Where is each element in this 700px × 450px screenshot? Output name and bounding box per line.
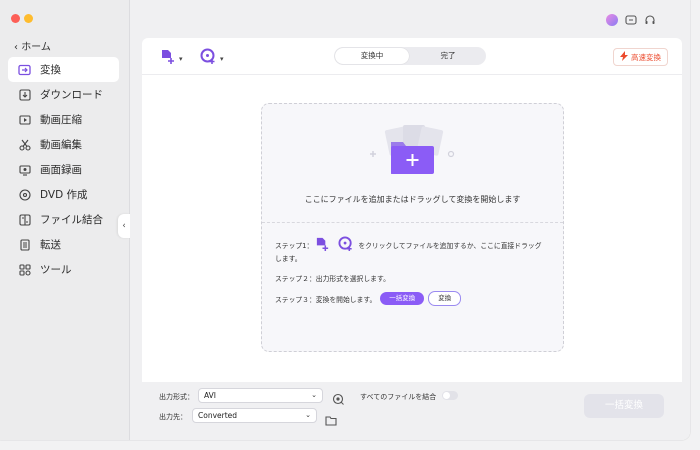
sidebar-item-transfer[interactable]: 転送 <box>8 232 119 257</box>
tab-done[interactable]: 完了 <box>411 48 485 64</box>
step-3-text: ステップ３：変換を開始します。 <box>275 295 377 304</box>
sidebar-item-compress[interactable]: 動画圧縮 <box>8 107 119 132</box>
download-icon <box>18 88 31 101</box>
format-settings-icon[interactable] <box>332 390 344 409</box>
lightning-icon <box>620 51 628 63</box>
sidebar-item-convert[interactable]: 変換 <box>8 57 119 82</box>
sidebar: ‹ ホーム 変換 ダウンロード 動画圧縮 動画編集 画面録画 DVD 作成 ファ… <box>0 0 130 440</box>
output-dest-label: 出力先： <box>159 413 187 421</box>
headset-icon[interactable] <box>644 14 656 26</box>
sidebar-item-download[interactable]: ダウンロード <box>8 82 119 107</box>
close-window-button[interactable] <box>11 14 20 23</box>
step-1-text: をクリックしてファイルを追加するか、ここに直接ドラッグ <box>358 242 542 250</box>
add-file-button[interactable]: ▾ <box>160 48 183 69</box>
output-format-value: AVI <box>204 391 216 400</box>
tab-converting[interactable]: 変換中 <box>335 48 409 64</box>
main-area: ▾ ▾ 変換中 完了 高速変換 ここにファイルを追加またはドラッグして変換を開始… <box>130 0 690 440</box>
screen-record-icon <box>18 163 31 176</box>
dvd-add-icon <box>200 48 217 69</box>
scissors-icon <box>18 138 31 151</box>
folder-icon[interactable] <box>325 411 337 430</box>
output-format-label: 出力形式： <box>159 393 194 401</box>
step-1-prefix: ステップ1： <box>275 242 314 250</box>
high-speed-button[interactable]: 高速変換 <box>613 48 668 66</box>
home-label: ホーム <box>21 42 51 53</box>
message-icon[interactable] <box>625 14 637 26</box>
high-speed-label: 高速変換 <box>631 52 661 62</box>
chevron-left-icon: ‹ <box>122 221 126 231</box>
convert-panel: ▾ ▾ 変換中 完了 高速変換 ここにファイルを追加またはドラッグして変換を開始… <box>142 38 682 434</box>
step-1-line2: します。 <box>275 255 302 263</box>
convert-button[interactable]: 変換 <box>428 291 462 306</box>
add-file-icon[interactable] <box>315 236 330 254</box>
convert-all-button[interactable]: 一括変換 <box>584 394 664 418</box>
drop-zone[interactable]: ここにファイルを追加またはドラッグして変換を開始します ステップ1： をクリック… <box>261 103 564 352</box>
dvd-add-icon[interactable] <box>338 236 354 254</box>
output-dest-select[interactable]: Converted ⌄ <box>192 408 317 423</box>
chevron-down-icon: ⌄ <box>305 411 311 419</box>
add-dvd-button[interactable]: ▾ <box>200 48 224 69</box>
toolbox-icon <box>18 263 31 276</box>
sidebar-item-label: ファイル結合 <box>40 214 103 226</box>
sidebar-item-label: 動画圧縮 <box>40 114 82 126</box>
minimize-window-button[interactable] <box>24 14 33 23</box>
sidebar-item-tools[interactable]: ツール <box>8 257 119 282</box>
step-1: ステップ1： をクリックしてファイルを追加するか、ここに直接ドラッグ <box>275 236 542 254</box>
title-bar-tools <box>606 14 656 26</box>
sidebar-item-label: 画面録画 <box>40 164 82 176</box>
sidebar-item-dvd[interactable]: DVD 作成 <box>8 182 119 207</box>
chevron-left-icon: ‹ <box>14 42 18 53</box>
sidebar-item-label: ダウンロード <box>40 89 103 101</box>
sidebar-item-label: 転送 <box>40 239 61 251</box>
sidebar-item-merge[interactable]: ファイル結合 <box>8 207 119 232</box>
output-format-select[interactable]: AVI ⌄ <box>198 388 323 403</box>
sidebar-item-label: ツール <box>40 264 72 276</box>
dvd-icon <box>18 188 31 201</box>
home-link[interactable]: ‹ ホーム <box>14 38 51 53</box>
output-dest-value: Converted <box>198 411 238 420</box>
status-tabs: 変換中 完了 <box>334 47 486 65</box>
sidebar-item-edit[interactable]: 動画編集 <box>8 132 119 157</box>
toolbar-divider <box>142 74 682 75</box>
chevron-down-icon: ▾ <box>220 54 224 63</box>
folder-illustration <box>367 124 459 183</box>
merge-all-toggle[interactable] <box>442 391 458 400</box>
bottom-bar: 出力形式： AVI ⌄ すべてのファイルを結合 出力先： Converted ⌄… <box>130 382 690 440</box>
chevron-down-icon: ▾ <box>179 54 183 63</box>
sidebar-collapse-button[interactable]: ‹ <box>118 214 130 238</box>
avatar[interactable] <box>606 14 618 26</box>
convert-icon <box>18 63 31 76</box>
sidebar-item-label: DVD 作成 <box>40 189 88 201</box>
sidebar-nav: 変換 ダウンロード 動画圧縮 動画編集 画面録画 DVD 作成 ファイル結合 転… <box>8 57 119 282</box>
merge-icon <box>18 213 31 226</box>
drop-zone-title: ここにファイルを追加またはドラッグして変換を開始します <box>304 195 521 204</box>
add-file-icon <box>160 48 176 69</box>
sidebar-item-label: 変換 <box>40 64 61 76</box>
app-window: ‹ ホーム 変換 ダウンロード 動画圧縮 動画編集 画面録画 DVD 作成 ファ… <box>0 0 690 440</box>
chevron-down-icon: ⌄ <box>311 391 317 399</box>
sidebar-item-screen-record[interactable]: 画面録画 <box>8 157 119 182</box>
batch-convert-button[interactable]: 一括変換 <box>380 292 425 305</box>
transfer-icon <box>18 238 31 251</box>
step-3: ステップ３：変換を開始します。 一括変換 変換 <box>275 291 462 306</box>
step-2: ステップ２：出力形式を選択します。 <box>275 275 390 283</box>
sidebar-item-label: 動画編集 <box>40 139 82 151</box>
merge-all-label: すべてのファイルを結合 <box>360 393 437 401</box>
drop-zone-divider <box>262 222 563 224</box>
compress-icon <box>18 113 31 126</box>
